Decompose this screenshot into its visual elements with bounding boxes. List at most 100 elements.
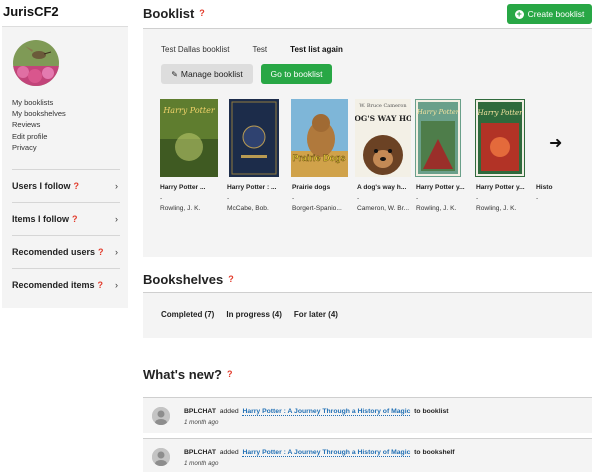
whats-new-title: What's new? [143,367,222,382]
avatar[interactable] [13,40,59,86]
book-dash: - [476,195,479,202]
section-label: Recomended items [12,280,95,290]
section-recomended-users[interactable]: Recomended users? › [12,235,120,268]
activity-text: BPLCHAT added Harry Potter : A Journey T… [184,408,449,416]
booklist-tabs: Test Dallas booklist Test Test list agai… [161,45,366,54]
bookshelves-panel: Completed (7) In progress (4) For later … [143,293,592,338]
link-my-booklists[interactable]: My booklists [12,97,66,108]
book-cover[interactable]: Prairie Dogs [291,99,348,177]
chevron-right-icon: › [115,214,118,224]
book-title[interactable]: Harry Potter ... [160,184,222,191]
book-dash: - [416,195,419,202]
whats-new-heading: What's new?? [143,367,232,382]
profile-sidebar: JurisCF2 My booklists My bookshelves Rev… [0,0,130,472]
sidebar-links: My booklists My bookshelves Reviews Edit… [12,97,66,153]
activity-user[interactable]: BPLCHAT [184,408,216,415]
manage-booklist-label: Manage booklist [180,69,243,79]
link-my-bookshelves[interactable]: My bookshelves [12,108,66,119]
activity-user[interactable]: BPLCHAT [184,449,216,456]
book-cover[interactable] [229,99,279,177]
booklist-heading: Booklist? [143,6,205,21]
activity-time: 1 month ago [184,419,219,426]
help-icon[interactable]: ? [227,369,233,379]
book-title[interactable]: Harry Potter y... [416,184,478,191]
book-title[interactable]: Harry Potter y... [476,184,538,191]
shelf-in-progress[interactable]: In progress (4) [226,310,282,319]
book-author: McCabe, Bob. [227,205,269,212]
tab-test[interactable]: Test [252,45,267,54]
help-icon[interactable]: ? [74,181,80,191]
plus-icon: + [514,8,524,19]
help-icon[interactable]: ? [98,247,104,257]
book-title[interactable]: Harry Potter : ... [227,184,289,191]
create-booklist-button[interactable]: + Create booklist [507,4,592,24]
activity-item-link[interactable]: Harry Potter : A Journey Through a Histo… [242,408,411,416]
book-dash: - [227,195,230,202]
edit-icon: ✎ [171,69,178,79]
activity-item: BPLCHAT added Harry Potter : A Journey T… [143,397,592,433]
book-cover[interactable]: Harry Potter [475,99,525,177]
book-dash: - [536,195,539,202]
chevron-right-icon: › [115,247,118,257]
bookshelves-heading: Bookshelves? [143,272,234,287]
tab-test-dallas-booklist[interactable]: Test Dallas booklist [161,45,229,54]
shelf-list: Completed (7) In progress (4) For later … [161,310,350,319]
book-cover[interactable]: W. Bruce Cameron A DOG'S WAY HOME [355,99,411,177]
shelf-completed[interactable]: Completed (7) [161,310,214,319]
tab-test-list-again[interactable]: Test list again [290,45,343,54]
book-author: Borgert-Spanio... [292,205,342,212]
help-icon[interactable]: ? [199,8,205,18]
help-icon[interactable]: ? [228,274,234,284]
book-author: Cameron, W. Br... [357,205,410,212]
link-reviews[interactable]: Reviews [12,119,66,130]
activity-suffix: to booklist [414,408,449,415]
cover-logo-text: Harry Potter [416,108,460,116]
arrow-right-icon[interactable]: ➜ [549,133,562,153]
help-icon[interactable]: ? [98,280,104,290]
book-cover[interactable]: Harry Potter [415,99,461,177]
book-dash: - [160,195,163,202]
activity-item-link[interactable]: Harry Potter : A Journey Through a Histo… [242,449,411,457]
sidebar-panel: My booklists My bookshelves Reviews Edit… [2,26,128,308]
chevron-right-icon: › [115,181,118,191]
manage-booklist-button[interactable]: ✎ Manage booklist [161,64,253,84]
user-avatar-icon[interactable] [152,407,170,425]
book-title[interactable]: Histo [536,184,556,191]
cover-title-text: Prairie Dogs [292,153,345,163]
book-author: Rowling, J. K. [476,205,517,212]
book-title[interactable]: A dog's way h... [357,184,419,191]
section-label: Users I follow [12,181,71,191]
go-to-booklist-button[interactable]: Go to booklist [261,64,332,84]
book-title[interactable]: Prairie dogs [292,184,354,191]
section-items-i-follow[interactable]: Items I follow? › [12,202,120,235]
help-icon[interactable]: ? [72,214,78,224]
link-privacy[interactable]: Privacy [12,142,66,153]
book-dash: - [357,195,360,202]
book-cover[interactable]: Harry Potter [160,99,218,177]
cover-title-text: A DOG'S WAY HOME [355,114,411,123]
chevron-right-icon: › [115,280,118,290]
shelf-for-later[interactable]: For later (4) [294,310,338,319]
activity-suffix: to bookshelf [414,449,455,456]
activity-text: BPLCHAT added Harry Potter : A Journey T… [184,449,455,457]
link-edit-profile[interactable]: Edit profile [12,131,66,142]
book-dash: - [292,195,295,202]
create-booklist-label: Create booklist [527,9,585,19]
section-label: Recomended users [12,247,96,257]
section-users-i-follow[interactable]: Users I follow? › [12,169,120,202]
booklist-panel: Test Dallas booklist Test Test list agai… [143,29,592,257]
activity-time: 1 month ago [184,460,219,467]
book-author: Rowling, J. K. [416,205,457,212]
book-author: Rowling, J. K. [160,205,201,212]
cover-logo-text: Harry Potter [162,106,215,115]
section-label: Items I follow [12,214,70,224]
activity-verb: added [219,408,239,415]
activity-item: BPLCHAT added Harry Potter : A Journey T… [143,438,592,472]
activity-verb: added [219,449,239,456]
cover-logo-text: Harry Potter [477,109,524,117]
cover-author-text: W. Bruce Cameron [359,103,407,109]
section-recomended-items[interactable]: Recomended items? › [12,268,120,301]
user-avatar-icon[interactable] [152,448,170,466]
bookshelves-title: Bookshelves [143,272,224,287]
booklist-title: Booklist [143,6,195,21]
